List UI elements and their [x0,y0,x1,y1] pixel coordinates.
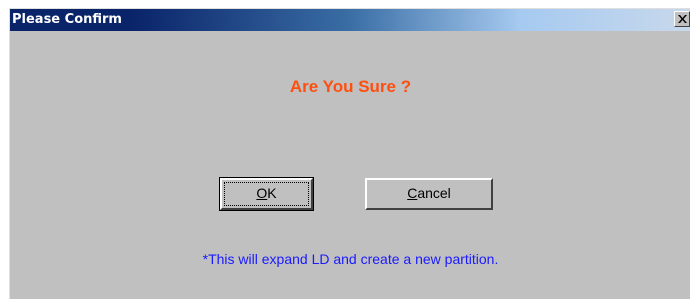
window-title: Please Confirm [12,12,122,27]
title-bar[interactable]: Please Confirm [10,9,690,31]
confirm-dialog: Please Confirm Are You Sure ? OK Cancel … [9,8,690,299]
ok-label-rest: K [267,185,277,201]
close-icon [678,15,687,23]
ok-button[interactable]: OK [219,177,314,211]
close-button[interactable] [674,11,690,27]
partition-note: *This will expand LD and create a new pa… [202,251,499,267]
confirm-heading: Are You Sure ? [289,77,412,96]
ok-accelerator: O [256,185,268,201]
cancel-accelerator: C [407,185,418,201]
cancel-button[interactable]: Cancel [365,178,493,210]
cancel-label-rest: ancel [417,185,451,201]
dialog-content: Are You Sure ? OK Cancel *This will expa… [11,31,690,299]
